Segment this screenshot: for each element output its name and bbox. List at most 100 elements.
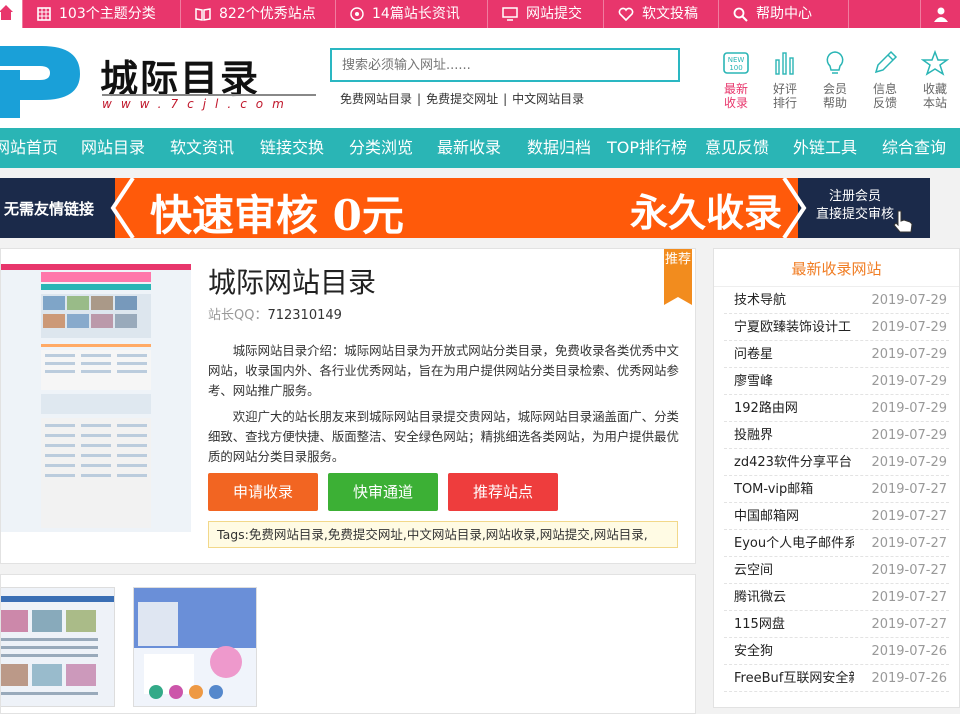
site-date: 2019-07-29 bbox=[871, 401, 947, 416]
nav-link-exchange[interactable]: 链接交换 bbox=[260, 128, 324, 168]
header-icon-label: 会员 bbox=[822, 82, 847, 96]
nav-latest[interactable]: 最新收录 bbox=[437, 128, 501, 168]
nav-query[interactable]: 综合查询 bbox=[882, 128, 946, 168]
site-date: 2019-07-27 bbox=[871, 563, 947, 578]
topbar-help-link[interactable]: 帮助中心 bbox=[718, 0, 848, 28]
search-input[interactable] bbox=[330, 48, 680, 82]
list-item[interactable]: 廖雪峰 2019-07-29 bbox=[724, 368, 949, 395]
list-item[interactable]: zd423软件分享平台 2019-07-29 bbox=[724, 449, 949, 476]
nav-feedback[interactable]: 意见反馈 bbox=[705, 128, 769, 168]
site-date: 2019-07-27 bbox=[871, 617, 947, 632]
apply-listing-button[interactable]: 申请收录 bbox=[208, 473, 318, 511]
header-bookmark-button[interactable]: 收藏 本站 bbox=[915, 50, 955, 110]
latest-sites-list: 技术导航 2019-07-29 宁夏欧臻装饰设计工 2019-07-29 问卷星 20… bbox=[714, 287, 959, 692]
topbar-news-link[interactable]: 14篇站长资讯 bbox=[335, 0, 487, 28]
nav-articles[interactable]: 软文资讯 bbox=[170, 128, 234, 168]
site-intro: 城际网站目录介绍：城际网站目录为开放式网站分类目录，免费收录各类优秀中文网站，收… bbox=[208, 343, 679, 398]
monitor-icon bbox=[502, 7, 518, 21]
list-item[interactable]: 中国邮箱网 2019-07-27 bbox=[724, 503, 949, 530]
site-name[interactable]: FreeBuf互联网安全新 bbox=[724, 665, 854, 691]
site-name[interactable]: zd423软件分享平台 bbox=[724, 449, 854, 475]
site-date: 2019-07-29 bbox=[871, 320, 947, 335]
site-name[interactable]: 中国邮箱网 bbox=[724, 503, 854, 529]
list-item[interactable]: TOM-vip邮箱 2019-07-27 bbox=[724, 476, 949, 503]
header-icon-label: 信息 bbox=[872, 82, 897, 96]
list-item[interactable]: 安全狗 2019-07-26 bbox=[724, 638, 949, 665]
nav-directory[interactable]: 网站目录 bbox=[81, 128, 145, 168]
header-help-button[interactable]: 会员 帮助 bbox=[815, 50, 855, 110]
user-button[interactable] bbox=[920, 0, 960, 28]
header-feedback-button[interactable]: 信息 反馈 bbox=[865, 50, 905, 110]
quick-links: 免费网站目录 | 免费提交网址 | 中文网站目录 bbox=[340, 90, 584, 107]
banner-register-line2: 直接提交审核 bbox=[816, 207, 895, 222]
site-name[interactable]: TOM-vip邮箱 bbox=[724, 476, 854, 502]
top-bar: 103个主题分类 822个优秀站点 14篇站长资讯 网站提交 软文投稿 帮助中心 bbox=[0, 0, 960, 28]
site-name[interactable]: 云空间 bbox=[724, 557, 854, 583]
quick-link-free-submit[interactable]: 免费提交网址 bbox=[426, 92, 498, 106]
list-item[interactable]: 云空间 2019-07-27 bbox=[724, 557, 949, 584]
quick-separator: | bbox=[417, 92, 422, 106]
nav-link-tools[interactable]: 外链工具 bbox=[793, 128, 857, 168]
nav-home[interactable]: 网站首页 bbox=[0, 128, 58, 168]
site-name[interactable]: 问卷星 bbox=[724, 341, 854, 367]
promo-banner[interactable]: 无需友情链接 快速审核 0元 永久收录 注册会员 直接提交审核 bbox=[0, 178, 930, 238]
topbar-label: 帮助中心 bbox=[756, 6, 812, 22]
list-item[interactable]: 问卷星 2019-07-29 bbox=[724, 341, 949, 368]
star-icon bbox=[921, 50, 949, 76]
site-name[interactable]: 廖雪峰 bbox=[724, 368, 854, 394]
related-site-thumbnail[interactable] bbox=[1, 587, 115, 707]
site-name[interactable]: 安全狗 bbox=[724, 638, 854, 664]
related-site-image bbox=[1, 588, 114, 706]
banner-register-text[interactable]: 注册会员 直接提交审核 bbox=[816, 188, 894, 224]
site-name[interactable]: 腾讯微云 bbox=[724, 584, 854, 610]
site-screenshot[interactable] bbox=[1, 264, 191, 532]
list-item[interactable]: 技术导航 2019-07-29 bbox=[724, 287, 949, 314]
topbar-label: 822个优秀站点 bbox=[219, 6, 316, 22]
site-name[interactable]: 投融界 bbox=[724, 422, 854, 448]
list-item[interactable]: 腾讯微云 2019-07-27 bbox=[724, 584, 949, 611]
recommend-site-button[interactable]: 推荐站点 bbox=[448, 473, 558, 511]
list-item[interactable]: 192路由网 2019-07-29 bbox=[724, 395, 949, 422]
grid-icon bbox=[37, 7, 51, 21]
related-site-thumbnail[interactable] bbox=[133, 587, 257, 707]
topbar-sites-link[interactable]: 822个优秀站点 bbox=[180, 0, 335, 28]
site-name[interactable]: 宁夏欧臻装饰设计工 bbox=[724, 314, 854, 340]
nav-top-ranking[interactable]: TOP排行榜 bbox=[607, 128, 687, 168]
chevron-right-icon bbox=[782, 178, 807, 238]
nav-categories[interactable]: 分类浏览 bbox=[349, 128, 413, 168]
quick-separator: | bbox=[503, 92, 508, 106]
site-tags[interactable]: Tags:免费网站目录,免费提交网址,中文网站目录,网站收录,网站提交,网站目录… bbox=[208, 521, 678, 548]
site-date: 2019-07-26 bbox=[871, 671, 947, 686]
header-icon-label: 反馈 bbox=[872, 96, 897, 110]
main-nav: 网站首页 网站目录 软文资讯 链接交换 分类浏览 最新收录 数据归档 TOP排行… bbox=[0, 128, 960, 168]
site-name[interactable]: Eyou个人电子邮件系 bbox=[724, 530, 854, 556]
topbar-label: 103个主题分类 bbox=[59, 6, 156, 22]
site-header: 城际目录 www.7cjl.com 免费网站目录|免费提交网址|中文网站目录 N… bbox=[0, 28, 960, 128]
site-name[interactable]: 技术导航 bbox=[724, 287, 854, 313]
header-ranking-button[interactable]: 好评 排行 bbox=[765, 50, 805, 110]
header-latest-button[interactable]: NEW 100 最新 收录 bbox=[716, 50, 756, 110]
svg-text:NEW: NEW bbox=[728, 56, 745, 64]
fast-review-button[interactable]: 快审通道 bbox=[328, 473, 438, 511]
header-icon-label: 收录 bbox=[723, 96, 748, 110]
list-item[interactable]: FreeBuf互联网安全新 2019-07-26 bbox=[724, 665, 949, 692]
quick-link-chinese-directory[interactable]: 中文网站目录 bbox=[512, 92, 584, 106]
topbar-categories-link[interactable]: 103个主题分类 bbox=[22, 0, 180, 28]
logo-p-icon[interactable] bbox=[0, 40, 90, 120]
site-name[interactable]: 115网盘 bbox=[724, 611, 854, 637]
site-date: 2019-07-27 bbox=[871, 482, 947, 497]
site-title[interactable]: 城际网站目录 bbox=[208, 261, 376, 301]
list-item[interactable]: 宁夏欧臻装饰设计工 2019-07-29 bbox=[724, 314, 949, 341]
site-name[interactable]: 192路由网 bbox=[724, 395, 854, 421]
list-item[interactable]: Eyou个人电子邮件系 2019-07-27 bbox=[724, 530, 949, 557]
list-item[interactable]: 115网盘 2019-07-27 bbox=[724, 611, 949, 638]
nav-archive[interactable]: 数据归档 bbox=[527, 128, 591, 168]
chevron-left-icon bbox=[110, 178, 135, 238]
topbar-submit-link[interactable]: 网站提交 bbox=[487, 0, 603, 28]
site-detail-card: 城际网站目录 站长QQ：712310149 推荐 城际网站目录介绍：城际网站目录… bbox=[0, 248, 696, 564]
quick-link-free-directory[interactable]: 免费网站目录 bbox=[340, 92, 412, 106]
home-button[interactable] bbox=[0, 0, 22, 28]
list-item[interactable]: 投融界 2019-07-29 bbox=[724, 422, 949, 449]
topbar-article-link[interactable]: 软文投稿 bbox=[603, 0, 718, 28]
related-sites-card bbox=[0, 574, 696, 714]
